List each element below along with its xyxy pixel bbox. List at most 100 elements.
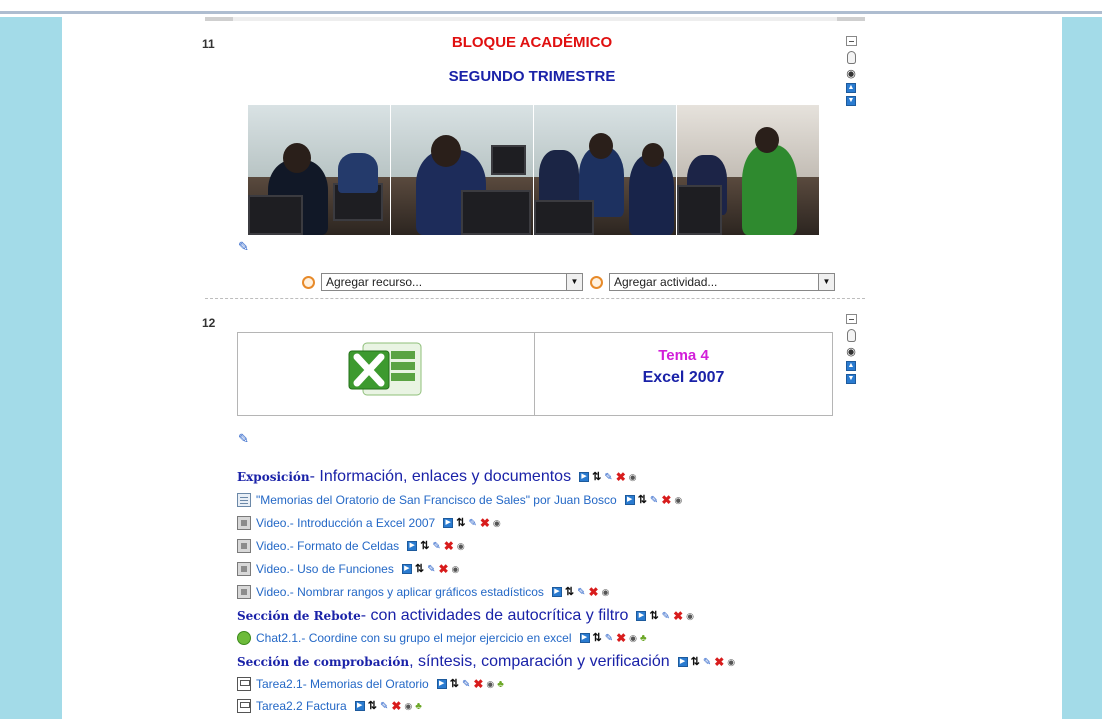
delete-x-icon[interactable]: ✖ [616,632,626,644]
collapse-icon[interactable] [845,314,857,324]
pencil-icon[interactable]: ✎ [238,239,249,255]
tema-label: Tema 4 [658,347,709,364]
eye-icon[interactable]: ◉ [674,495,682,506]
activity-link[interactable]: Chat2.1.- Coordine con su grupo el mejor… [256,631,572,645]
list-item[interactable]: Tarea2.1- Memorias del Oratorio ▶ ⇅ ✎ ✖ … [237,677,504,691]
pencil-icon[interactable]: ✎ [650,495,658,506]
move-updown-icon[interactable]: ⇅ [456,518,465,529]
move-updown-icon[interactable]: ⇅ [415,564,424,575]
delete-x-icon[interactable]: ✖ [438,563,448,575]
pencil-icon[interactable]: ✎ [662,611,670,622]
resource-link[interactable]: Video.- Uso de Funciones [256,562,394,576]
move-updown-icon[interactable]: ⇅ [638,495,647,506]
arrow-down-icon[interactable]: ▼ [846,96,856,106]
move-updown-icon[interactable]: ⇅ [691,657,700,668]
arrow-up-icon[interactable]: ▲ [846,361,856,371]
list-item[interactable]: Video.- Uso de Funciones ▶ ⇅ ✎ ✖ ◉ [237,562,459,576]
eye-icon[interactable]: ◉ [493,518,501,529]
arrow-up-icon[interactable]: ▲ [846,83,856,93]
move-right-icon[interactable]: ▶ [677,657,688,667]
lightbulb-icon[interactable] [846,51,856,64]
eye-icon[interactable]: ◉ [686,611,694,622]
move-updown-icon[interactable]: ⇅ [649,611,658,622]
move-right-icon[interactable]: ▶ [401,564,412,574]
pencil-icon[interactable]: ✎ [468,518,476,529]
lightbulb-icon[interactable] [846,329,856,342]
move-right-icon[interactable]: ▶ [354,701,365,711]
course-page: 11 ◉ ▲ ▼ BLOQUE ACADÉMICO SEGUNDO TRIMES… [62,17,1062,719]
list-item[interactable]: Video.- Introducción a Excel 2007 ▶ ⇅ ✎ … [237,516,501,530]
pencil-icon[interactable]: ✎ [432,541,440,552]
add-resource-select[interactable]: Agregar recurso... ▼ [321,273,583,291]
move-updown-icon[interactable]: ⇅ [565,587,574,598]
resource-link[interactable]: Video.- Formato de Celdas [256,539,399,553]
move-right-icon[interactable]: ▶ [436,679,447,689]
group-icon[interactable]: ♣ [415,701,422,712]
activity-link[interactable]: Tarea2.2 Factura [256,699,347,713]
pencil-icon[interactable]: ✎ [577,587,585,598]
delete-x-icon[interactable]: ✖ [391,700,401,712]
pencil-icon[interactable]: ✎ [604,472,612,483]
pencil-icon[interactable]: ✎ [462,679,470,690]
topic-title-cell: Tema 4 Excel 2007 [535,333,832,415]
resource-link[interactable]: Video.- Nombrar rangos y aplicar gráfico… [256,585,544,599]
group-icon[interactable]: ♣ [640,633,647,644]
activity-link[interactable]: Tarea2.1- Memorias del Oratorio [256,677,429,691]
move-right-icon[interactable]: ▶ [579,472,590,482]
pencil-icon[interactable]: ✎ [380,701,388,712]
delete-x-icon[interactable]: ✖ [473,678,483,690]
section-number-11: 11 [202,37,215,51]
video-icon [237,516,251,530]
eye-icon[interactable]: ◉ [602,587,610,598]
collapse-icon[interactable] [845,36,857,46]
list-item[interactable]: Video.- Nombrar rangos y aplicar gráfico… [237,585,609,599]
eye-icon[interactable]: ◉ [457,541,465,552]
delete-x-icon[interactable]: ✖ [480,517,490,529]
delete-x-icon[interactable]: ✖ [714,656,724,668]
label-header-bold: Exposición [237,470,310,484]
chevron-down-icon[interactable]: ▼ [818,274,834,290]
chevron-down-icon[interactable]: ▼ [566,274,582,290]
arrow-down-icon[interactable]: ▼ [846,374,856,384]
eye-icon[interactable]: ◉ [727,657,735,668]
eye-icon[interactable]: ◉ [629,472,637,483]
section-title: BLOQUE ACADÉMICO [451,34,613,51]
move-right-icon[interactable]: ▶ [551,587,562,597]
move-right-icon[interactable]: ▶ [443,518,454,528]
delete-x-icon[interactable]: ✖ [444,540,454,552]
delete-x-icon[interactable]: ✖ [616,471,626,483]
item-actions: ▶ ⇅ ✎ ✖ ◉ ♣ [354,700,422,712]
move-right-icon[interactable]: ▶ [407,541,418,551]
eye-icon[interactable]: ◉ [404,701,412,712]
eye-icon[interactable]: ◉ [452,564,460,575]
delete-x-icon[interactable]: ✖ [661,494,671,506]
item-actions: ▶ ⇅ ✎ ✖ ◉ [579,471,637,483]
move-updown-icon[interactable]: ⇅ [368,701,377,712]
delete-x-icon[interactable]: ✖ [589,586,599,598]
pencil-icon[interactable]: ✎ [427,564,435,575]
group-icon[interactable]: ♣ [497,679,504,690]
eye-icon[interactable]: ◉ [486,679,494,690]
add-activity-select[interactable]: Agregar actividad... ▼ [609,273,835,291]
move-updown-icon[interactable]: ⇅ [450,679,459,690]
list-item[interactable]: "Memorias del Oratorio de San Francisco … [237,493,682,507]
delete-x-icon[interactable]: ✖ [673,610,683,622]
list-item[interactable]: Chat2.1.- Coordine con su grupo el mejor… [237,631,647,645]
eye-icon[interactable]: ◉ [846,346,856,358]
move-updown-icon[interactable]: ⇅ [420,541,429,552]
resource-link[interactable]: Video.- Introducción a Excel 2007 [256,516,435,530]
resource-link[interactable]: "Memorias del Oratorio de San Francisco … [256,493,617,507]
eye-icon[interactable]: ◉ [846,68,856,80]
pencil-icon[interactable]: ✎ [703,657,711,668]
label-header-bold: Sección de Rebote [237,609,361,623]
list-item[interactable]: Tarea2.2 Factura ▶ ⇅ ✎ ✖ ◉ ♣ [237,699,422,713]
move-updown-icon[interactable]: ⇅ [593,633,602,644]
list-item[interactable]: Video.- Formato de Celdas ▶ ⇅ ✎ ✖ ◉ [237,539,465,553]
move-right-icon[interactable]: ▶ [624,495,635,505]
move-right-icon[interactable]: ▶ [636,611,647,621]
pencil-icon[interactable]: ✎ [238,431,249,447]
pencil-icon[interactable]: ✎ [605,633,613,644]
move-right-icon[interactable]: ▶ [579,633,590,643]
eye-icon[interactable]: ◉ [629,633,637,644]
move-updown-icon[interactable]: ⇅ [592,472,601,483]
